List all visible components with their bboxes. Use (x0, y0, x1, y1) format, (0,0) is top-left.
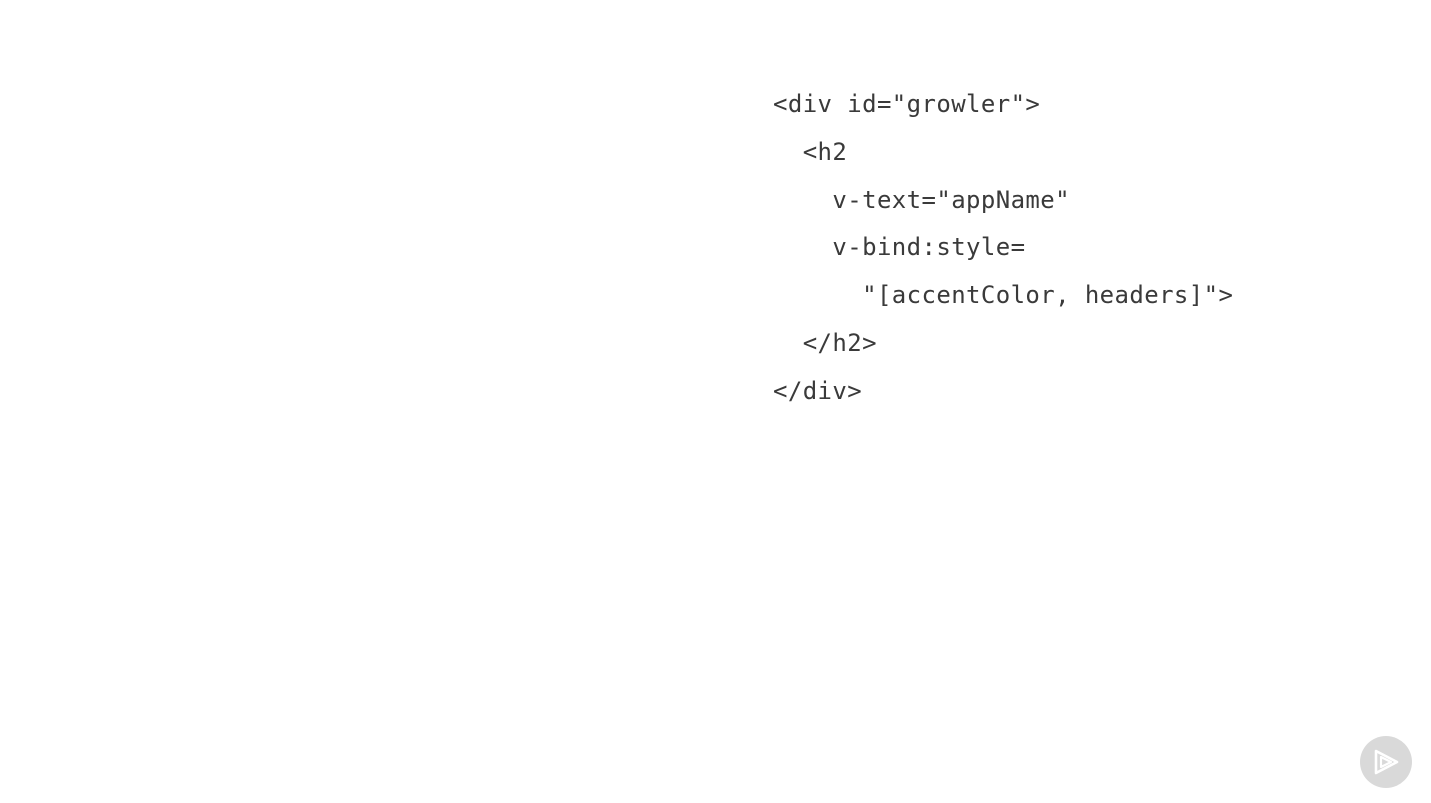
js-code-line: margin: 0 (84, 544, 337, 573)
html-code-block: <div id="growler"> <h2 v-text="appName" … (773, 81, 1431, 416)
html-code-line: <h2 (773, 137, 848, 166)
js-code-line: accentColor: { (84, 293, 381, 322)
html-code-line: </div> (773, 376, 863, 405)
js-code-line: color: '#FF6A00', (84, 343, 456, 372)
html-code-line: v-text="appName" (773, 185, 1070, 214)
js-code-line: } (84, 594, 188, 623)
html-code-line: </h2> (773, 328, 877, 357)
js-code-line: } (84, 645, 159, 674)
play-logo-button[interactable] (1360, 736, 1412, 788)
html-code-line: v-bind:style= (773, 233, 1026, 262)
js-code-line: el: '#growler', (84, 143, 367, 172)
js-code-line: var growler = new Vue({ (84, 93, 426, 121)
js-code-line: headers: { (84, 444, 322, 473)
play-logo-icon (1374, 749, 1399, 775)
js-code-line: }, (84, 394, 203, 423)
js-code-line: appName: 'Growler', (84, 243, 456, 272)
js-code-line: data: { (84, 193, 248, 222)
js-code-panel: var growler = new Vue({ el: '#growler', … (0, 0, 716, 803)
html-code-line: "[accentColor, headers]"> (773, 281, 1234, 310)
code-slide: var growler = new Vue({ el: '#growler', … (0, 0, 1431, 803)
html-code-line: <div id="growler"> (773, 90, 1041, 118)
js-code-line: }); (84, 695, 129, 724)
js-code-block: var growler = new Vue({ el: '#growler', … (84, 82, 716, 734)
js-code-line: fontFamily: 'Verdana', (84, 494, 530, 523)
